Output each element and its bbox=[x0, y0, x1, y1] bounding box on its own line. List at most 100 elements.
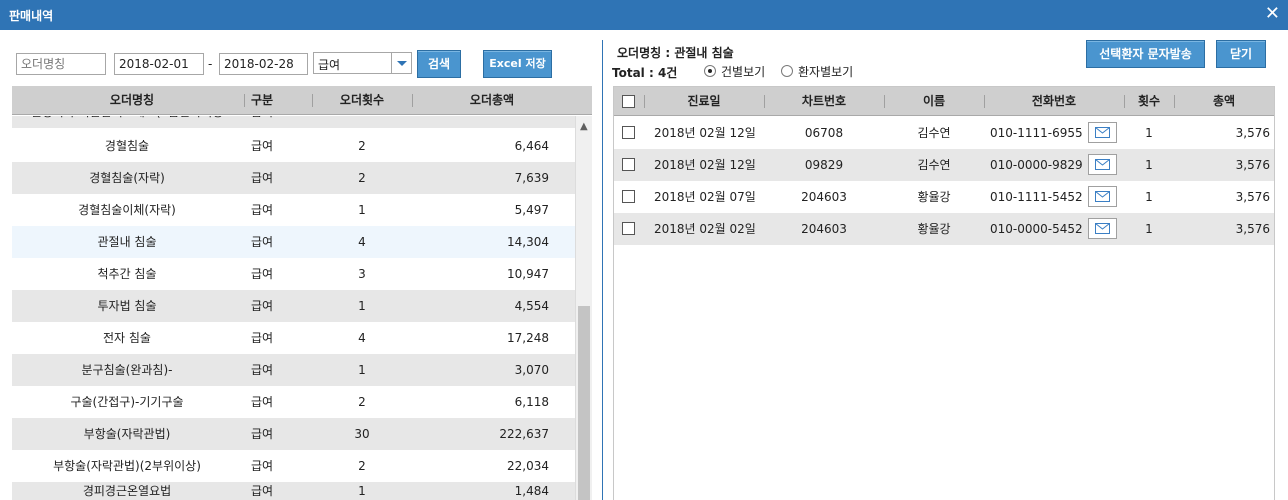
table-row[interactable]: 부항술(자락관법)(2부위이상) 급여 2 22,034 bbox=[12, 450, 575, 482]
dropdown-arrow[interactable] bbox=[391, 53, 411, 73]
view-by-patient-radio[interactable] bbox=[781, 65, 793, 77]
excel-export-button[interactable]: Excel 저장 bbox=[483, 50, 552, 78]
column-header-count[interactable]: 횟수 bbox=[1124, 87, 1174, 116]
view-by-case-label[interactable]: 건별보기 bbox=[721, 63, 765, 80]
table-row[interactable]: 신경외과 외관관치료제표(2급관가외상 급여 1 816 bbox=[12, 116, 575, 128]
order-summary-table: 오더명칭 구분 오더횟수 오더총액 신경외과 외관관치료제표(2급관가외상 급여… bbox=[12, 86, 592, 500]
table-row[interactable]: 경혈침술이체(자락) 급여 1 5,497 bbox=[12, 194, 575, 226]
cell-order-count: 2 bbox=[358, 139, 366, 153]
cell-order-total: 222,637 bbox=[499, 427, 549, 441]
cell-category: 급여 bbox=[250, 235, 274, 249]
order-name-input[interactable] bbox=[16, 53, 106, 75]
cell-category: 급여 bbox=[250, 427, 274, 441]
send-sms-button[interactable]: 선택환자 문자발송 bbox=[1086, 40, 1205, 68]
column-header-order-name[interactable]: 오더명칭 bbox=[12, 86, 252, 115]
cell-count: 1 bbox=[1145, 190, 1153, 204]
cell-category: 급여 bbox=[250, 363, 274, 377]
envelope-icon[interactable] bbox=[1088, 154, 1117, 175]
column-header-total[interactable]: 총액 bbox=[1174, 87, 1274, 116]
column-header-phone[interactable]: 전화번호 bbox=[984, 87, 1124, 116]
panel-divider bbox=[602, 40, 603, 500]
cell-category: 급여 bbox=[250, 331, 274, 345]
cell-order-count: 4 bbox=[358, 235, 366, 249]
row-checkbox[interactable] bbox=[622, 190, 635, 203]
cell-visit-date: 2018년 02월 02일 bbox=[654, 222, 756, 236]
column-header-order-total[interactable]: 오더총액 bbox=[412, 86, 572, 115]
cell-category: 급여 bbox=[250, 299, 274, 313]
table-row-selected[interactable]: 관절내 침술 급여 4 14,304 bbox=[12, 226, 575, 258]
cell-order-total: 3,070 bbox=[514, 363, 549, 377]
cell-order-count: 2 bbox=[358, 459, 366, 473]
cell-total: 3,576 bbox=[1235, 126, 1270, 140]
chevron-down-icon bbox=[397, 61, 407, 66]
table-row[interactable]: 구술(간접구)-기기구술 급여 2 6,118 bbox=[12, 386, 575, 418]
envelope-icon[interactable] bbox=[1088, 218, 1117, 239]
window-title: 판매내역 bbox=[9, 9, 54, 23]
cell-chart-number: 204603 bbox=[801, 190, 847, 204]
cell-order-name: 경혈침술 bbox=[104, 139, 150, 153]
envelope-icon[interactable] bbox=[1088, 122, 1117, 143]
table-row[interactable]: 2018년 02월 02일 204603 황율강 010-0000-5452 1… bbox=[614, 213, 1274, 245]
cell-category: 급여 bbox=[250, 203, 274, 217]
category-selected-value: 급여 bbox=[318, 58, 341, 72]
table-row[interactable]: 분구침술(완과침)- 급여 1 3,070 bbox=[12, 354, 575, 386]
cell-order-count: 1 bbox=[358, 484, 366, 498]
date-from-input[interactable] bbox=[114, 53, 204, 75]
cell-order-name: 경피경근온열요법 bbox=[82, 484, 172, 498]
cell-name: 황율강 bbox=[917, 190, 951, 204]
cell-order-total: 10,947 bbox=[507, 267, 549, 281]
cell-order-name: 척추간 침술 bbox=[97, 267, 157, 281]
cell-visit-date: 2018년 02월 12일 bbox=[654, 126, 756, 140]
row-checkbox[interactable] bbox=[622, 158, 635, 171]
scrollbar-thumb[interactable] bbox=[578, 306, 590, 500]
window-titlebar: 판매내역 ✕ bbox=[0, 0, 1288, 30]
table-row[interactable]: 경혈침술 급여 2 6,464 bbox=[12, 130, 575, 162]
cell-order-total: 5,497 bbox=[514, 203, 549, 217]
column-header-chart-number[interactable]: 차트번호 bbox=[764, 87, 884, 116]
select-all-checkbox[interactable] bbox=[622, 95, 635, 108]
column-header-order-count[interactable]: 오더횟수 bbox=[312, 86, 412, 115]
cell-order-name: 부항술(자락관법)(2부위이상) bbox=[53, 459, 201, 473]
cell-order-name: 경혈침술(자락) bbox=[89, 171, 165, 185]
table-row[interactable]: 2018년 02월 12일 09829 김수연 010-0000-9829 1 … bbox=[614, 149, 1274, 181]
table-row[interactable]: 전자 침술 급여 4 17,248 bbox=[12, 322, 575, 354]
cell-category: 급여 bbox=[250, 267, 274, 281]
row-checkbox[interactable] bbox=[622, 222, 635, 235]
table-row[interactable]: 부항술(자락관법) 급여 30 222,637 bbox=[12, 418, 575, 450]
view-by-patient-label[interactable]: 환자별보기 bbox=[798, 63, 853, 80]
view-by-case-radio[interactable] bbox=[704, 65, 716, 77]
cell-name: 김수연 bbox=[917, 126, 951, 140]
cell-order-name: 관절내 침술 bbox=[97, 235, 157, 249]
cell-order-count: 2 bbox=[358, 171, 366, 185]
close-icon[interactable]: ✕ bbox=[1265, 4, 1280, 24]
column-header-visit-date[interactable]: 진료일 bbox=[644, 87, 764, 116]
date-to-input[interactable] bbox=[219, 53, 308, 75]
table-row[interactable]: 척추간 침술 급여 3 10,947 bbox=[12, 258, 575, 290]
category-select[interactable]: 급여 bbox=[313, 52, 412, 74]
table-row[interactable]: 2018년 02월 07일 204603 황율강 010-1111-5452 1… bbox=[614, 181, 1274, 213]
cell-count: 1 bbox=[1145, 158, 1153, 172]
table-row[interactable]: 경피경근온열요법 급여 1 1,484 bbox=[12, 482, 575, 500]
cell-count: 1 bbox=[1145, 126, 1153, 140]
cell-order-count: 1 bbox=[312, 116, 412, 128]
patient-detail-table: 진료일 차트번호 이름 전화번호 횟수 총액 2018년 02월 12일 067… bbox=[613, 86, 1275, 500]
cell-category: 급여 bbox=[250, 395, 274, 409]
left-table-scrollbar[interactable]: ▲ bbox=[575, 116, 592, 500]
cell-phone: 010-1111-6955 bbox=[990, 126, 1083, 140]
table-header: 진료일 차트번호 이름 전화번호 횟수 총액 bbox=[614, 87, 1274, 116]
cell-name: 김수연 bbox=[917, 158, 951, 172]
row-checkbox[interactable] bbox=[622, 126, 635, 139]
cell-order-count: 30 bbox=[354, 427, 370, 441]
cell-order-total: 17,248 bbox=[507, 331, 549, 345]
table-row[interactable]: 경혈침술(자락) 급여 2 7,639 bbox=[12, 162, 575, 194]
close-button[interactable]: 닫기 bbox=[1216, 40, 1266, 68]
cell-phone: 010-1111-5452 bbox=[990, 190, 1083, 204]
cell-order-total: 22,034 bbox=[507, 459, 549, 473]
table-row[interactable]: 투자법 침술 급여 1 4,554 bbox=[12, 290, 575, 322]
column-header-name[interactable]: 이름 bbox=[884, 87, 984, 116]
search-button[interactable]: 검색 bbox=[417, 50, 461, 78]
envelope-icon[interactable] bbox=[1088, 186, 1117, 207]
scroll-up-icon[interactable]: ▲ bbox=[580, 121, 588, 132]
column-header-category[interactable]: 구분 bbox=[242, 86, 282, 115]
table-row[interactable]: 2018년 02월 12일 06708 김수연 010-1111-6955 1 … bbox=[614, 117, 1274, 149]
